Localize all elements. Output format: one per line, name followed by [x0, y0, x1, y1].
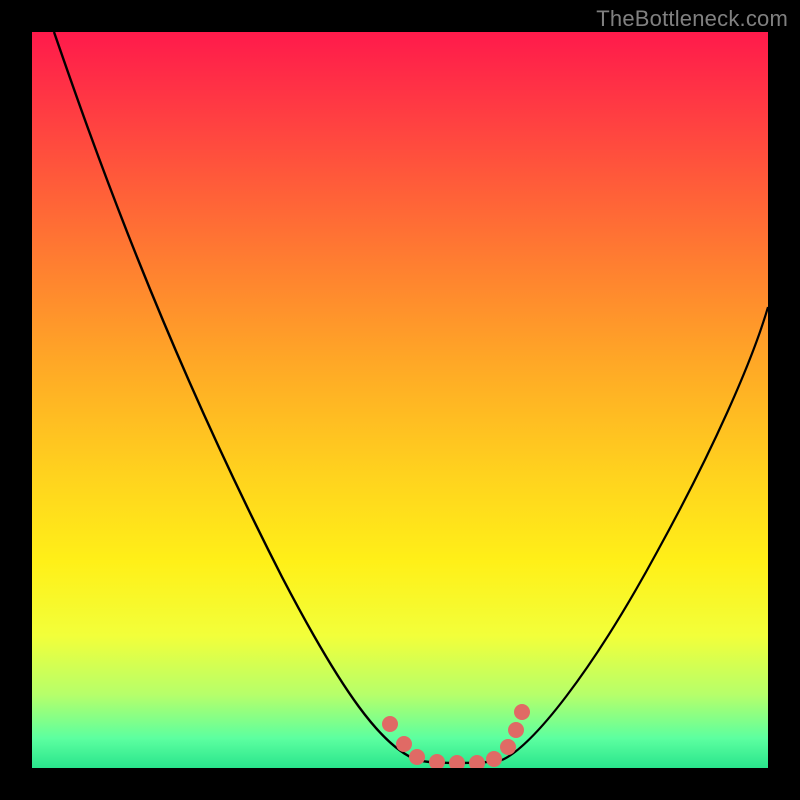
- valley-marker: [508, 722, 524, 738]
- watermark-text: TheBottleneck.com: [596, 6, 788, 32]
- right-ascending-curve: [502, 307, 768, 760]
- valley-marker: [500, 739, 516, 755]
- bottleneck-curve-svg: [32, 32, 768, 768]
- chart-plot-area: [32, 32, 768, 768]
- valley-markers-group: [382, 704, 530, 768]
- valley-marker: [396, 736, 412, 752]
- left-descending-curve: [54, 32, 417, 760]
- valley-marker: [514, 704, 530, 720]
- valley-marker: [449, 755, 465, 768]
- valley-marker: [429, 754, 445, 768]
- valley-marker: [469, 755, 485, 768]
- valley-marker: [409, 749, 425, 765]
- valley-marker: [382, 716, 398, 732]
- valley-marker: [486, 751, 502, 767]
